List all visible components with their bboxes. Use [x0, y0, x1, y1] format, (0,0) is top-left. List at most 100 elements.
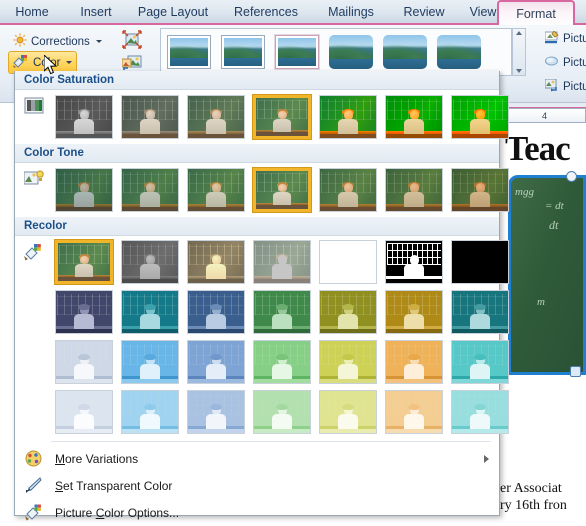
- palette-icon: [25, 450, 43, 468]
- thumb-accent-color-5-light[interactable]: [319, 340, 377, 384]
- scroll-up-arrow[interactable]: [516, 31, 522, 35]
- thumb-accent-color-6-lighter[interactable]: [385, 390, 443, 434]
- thumb-accent-color-4-lighter[interactable]: [253, 390, 311, 434]
- picture-effects-command[interactable]: Picture Ef: [545, 55, 586, 71]
- thumb-temperature-5900K[interactable]: [187, 168, 245, 212]
- tab-references[interactable]: References: [222, 0, 310, 25]
- thumb-accent-color-6-light[interactable]: [385, 340, 443, 384]
- color-saturation-thumbnails: [55, 94, 509, 140]
- recolor-icon: [24, 243, 46, 263]
- thumb-accent-color-7-dark[interactable]: [451, 290, 509, 334]
- submenu-arrow-icon: [484, 454, 489, 463]
- thumb-saturation-66[interactable]: [187, 95, 245, 139]
- thumb-accent-color-4-dark[interactable]: [253, 290, 311, 334]
- picture-layout-icon: [544, 78, 559, 95]
- picture-border-command[interactable]: Picture B: [544, 30, 586, 47]
- tab-format[interactable]: Format: [497, 0, 575, 27]
- picture-border-label: Picture B: [563, 33, 586, 45]
- thumb-sepia[interactable]: [187, 240, 245, 284]
- set-transparent-color-label: Set Transparent Color: [55, 478, 173, 493]
- thumb-accent-color-3-dark[interactable]: [187, 290, 245, 334]
- document-text-line-2: ry 16th fron: [500, 498, 567, 513]
- corrections-button[interactable]: Corrections: [8, 30, 107, 53]
- selected-picture[interactable]: mgg = dt dt m: [508, 175, 586, 375]
- color-paint-icon: [13, 54, 29, 71]
- scroll-down-arrow[interactable]: [516, 69, 522, 73]
- picture-style-1[interactable]: [167, 35, 211, 69]
- tab-review[interactable]: Review: [392, 0, 456, 25]
- thumb-saturation-200[interactable]: [319, 95, 377, 139]
- corrections-label: Corrections: [31, 35, 90, 48]
- thumb-temperature-6500K[interactable]: [252, 167, 312, 213]
- thumb-accent-color-4-light[interactable]: [253, 340, 311, 384]
- thumb-saturation-33[interactable]: [121, 95, 179, 139]
- horizontal-ruler[interactable]: 4: [506, 108, 586, 123]
- thumb-temperature-4700K[interactable]: [55, 168, 113, 212]
- picture-style-6[interactable]: [437, 35, 481, 69]
- thumb-saturation-300[interactable]: [385, 95, 443, 139]
- thumb-accent-color-5-lighter[interactable]: [319, 390, 377, 434]
- thumb-accent-color-1-dark[interactable]: [55, 290, 113, 334]
- chalk-text-2: = dt: [545, 200, 564, 212]
- section-header-color-saturation: Color Saturation: [15, 71, 499, 90]
- picture-styles-gallery[interactable]: [160, 28, 512, 76]
- recolor-row-2: [55, 290, 509, 334]
- menu-item-more-variations[interactable]: More Variations: [15, 445, 499, 472]
- thumb-black-and-white-75[interactable]: [451, 240, 509, 284]
- chalk-text-1: mgg: [515, 186, 534, 198]
- thumb-saturation-0[interactable]: [55, 95, 113, 139]
- ribbon-tab-strip: Home Insert Page Layout References Maili…: [0, 0, 586, 27]
- thumb-accent-color-7-light[interactable]: [451, 340, 509, 384]
- thumb-saturation-400[interactable]: [451, 95, 509, 139]
- menu-divider: [51, 441, 491, 442]
- resize-handle-bottom-right[interactable]: [570, 366, 581, 377]
- thumb-black-and-white-25[interactable]: [319, 240, 377, 284]
- thumb-temperature-7200K[interactable]: [319, 168, 377, 212]
- thumb-accent-color-2-lighter[interactable]: [121, 390, 179, 434]
- tab-insert[interactable]: Insert: [68, 0, 124, 25]
- color-saturation-body: [15, 90, 509, 144]
- change-picture-icon[interactable]: [121, 53, 144, 73]
- thumb-temperature-8800K[interactable]: [385, 168, 443, 212]
- thumb-temperature-11200K[interactable]: [451, 168, 509, 212]
- thumb-no-recolor[interactable]: [54, 239, 114, 285]
- recolor-row-3: [55, 340, 509, 384]
- thumb-accent-color-6-dark[interactable]: [385, 290, 443, 334]
- picture-style-4[interactable]: [329, 35, 373, 69]
- thumb-accent-color-5-dark[interactable]: [319, 290, 377, 334]
- thumb-accent-color-2-light[interactable]: [121, 340, 179, 384]
- picture-layout-label: Picture La: [563, 81, 586, 93]
- thumb-accent-color-1-light[interactable]: [55, 340, 113, 384]
- resize-handle-top-right[interactable]: [566, 171, 577, 182]
- document-text-line-1: er Associat: [500, 481, 562, 496]
- chevron-down-icon: [95, 40, 102, 43]
- thumb-grayscale[interactable]: [121, 240, 179, 284]
- picture-layout-command[interactable]: Picture La: [544, 78, 586, 95]
- tab-page-layout[interactable]: Page Layout: [126, 0, 220, 25]
- picture-style-3[interactable]: [274, 34, 320, 70]
- color-tone-body: [15, 163, 509, 217]
- gallery-scrollbar[interactable]: [512, 28, 526, 76]
- more-variations-label: More Variations: [55, 451, 139, 466]
- color-dropdown-menu[interactable]: Color Saturation Color Tone Recolor More…: [14, 71, 509, 521]
- tab-home[interactable]: Home: [2, 0, 62, 25]
- compress-pictures-icon[interactable]: [122, 30, 144, 50]
- thumb-accent-color-1-lighter[interactable]: [55, 390, 113, 434]
- more-variations-accesskey: M: [55, 451, 65, 466]
- picture-style-2[interactable]: [221, 35, 265, 69]
- tab-mailings[interactable]: Mailings: [314, 0, 388, 25]
- thumb-washout[interactable]: [253, 240, 311, 284]
- color-saturation-icon: [24, 97, 46, 117]
- recolor-row-1: [54, 239, 509, 285]
- thumb-accent-color-3-lighter[interactable]: [187, 390, 245, 434]
- thumb-black-and-white-50[interactable]: [385, 240, 443, 284]
- picture-effects-icon: [545, 55, 559, 71]
- thumb-saturation-100[interactable]: [252, 94, 312, 140]
- thumb-accent-color-3-light[interactable]: [187, 340, 245, 384]
- picture-style-5[interactable]: [383, 35, 427, 69]
- thumb-temperature-5300K[interactable]: [121, 168, 179, 212]
- menu-item-set-transparent-color[interactable]: Set Transparent Color: [15, 472, 499, 499]
- thumb-accent-color-2-dark[interactable]: [121, 290, 179, 334]
- thumb-accent-color-7-lighter[interactable]: [451, 390, 509, 434]
- menu-item-picture-color-options[interactable]: Picture Color Options...: [15, 499, 499, 526]
